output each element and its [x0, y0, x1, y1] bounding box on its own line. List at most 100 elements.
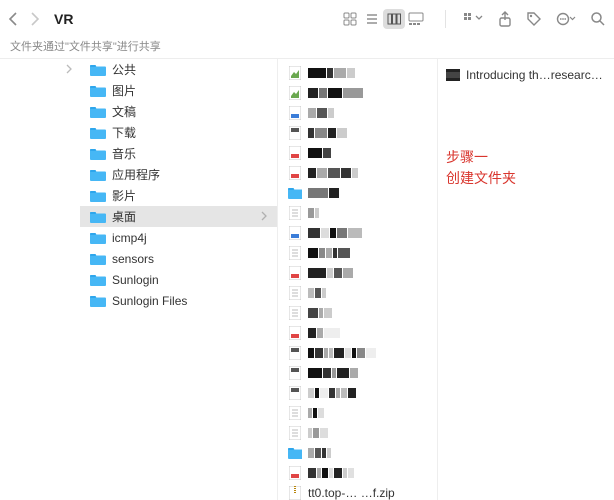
folder-item[interactable]: 桌面: [80, 206, 277, 227]
redacted-label: [308, 228, 362, 238]
tag-button[interactable]: [526, 11, 542, 27]
desktop-item[interactable]: tt0.top-… …f.zip: [278, 483, 437, 500]
redacted-label: [308, 68, 355, 78]
sh-icon: [288, 366, 302, 380]
file-label: Introducing th…research.mp4: [466, 68, 606, 82]
desktop-item[interactable]: [278, 303, 437, 323]
desktop-item[interactable]: [278, 143, 437, 163]
folder-item[interactable]: 文稿: [80, 101, 277, 122]
redacted-label: [308, 368, 358, 378]
redacted-label: [308, 348, 376, 358]
folder-icon: [90, 85, 106, 97]
png-icon: [288, 86, 302, 100]
redacted-label: [308, 148, 331, 158]
share-button[interactable]: [498, 11, 512, 27]
desktop-item[interactable]: [278, 243, 437, 263]
desktop-item[interactable]: [278, 423, 437, 443]
desktop-item[interactable]: [278, 323, 437, 343]
group-by-button[interactable]: [464, 12, 484, 26]
blank-icon: [288, 286, 302, 300]
zip-icon: [288, 486, 302, 500]
redacted-label: [308, 208, 319, 218]
png-icon: [288, 66, 302, 80]
vr-column: Introducing th…research.mp4 步骤一 创建文件夹: [438, 59, 614, 500]
redacted-label: [308, 328, 340, 338]
folder-icon: [90, 232, 106, 244]
redacted-label: [308, 308, 332, 318]
folder-label: 音乐: [112, 145, 136, 162]
more-button[interactable]: [556, 12, 576, 26]
folder-item[interactable]: 应用程序: [80, 164, 277, 185]
folder-icon: [90, 148, 106, 160]
folder-item[interactable]: sensors: [80, 248, 277, 269]
nav-forward-button[interactable]: [30, 12, 40, 26]
toolbar-separator: [445, 10, 446, 28]
folder-label: 公共: [112, 61, 136, 78]
folder-label: icmp4j: [112, 231, 147, 245]
txt-icon: [288, 426, 302, 440]
desktop-item[interactable]: [278, 183, 437, 203]
desktop-item[interactable]: [278, 363, 437, 383]
desktop-item[interactable]: [278, 223, 437, 243]
folder-item[interactable]: icmp4j: [80, 227, 277, 248]
txt-icon: [288, 206, 302, 220]
sidebar-item[interactable]: [0, 59, 80, 79]
desktop-item[interactable]: [278, 383, 437, 403]
redacted-label: [308, 388, 356, 398]
toolbar: VR: [0, 0, 614, 38]
folder-icon: [90, 190, 106, 202]
redacted-label: [308, 428, 328, 438]
folder-icon: [90, 253, 106, 265]
folder-item[interactable]: 图片: [80, 80, 277, 101]
desktop-item[interactable]: [278, 123, 437, 143]
folder-label: 桌面: [112, 208, 136, 225]
folder-item[interactable]: Sunlogin: [80, 269, 277, 290]
docx-icon: [288, 226, 302, 240]
view-icon-mode[interactable]: [339, 9, 361, 29]
file-item[interactable]: Introducing th…research.mp4: [446, 65, 606, 85]
annotation-line2: 创建文件夹: [446, 168, 516, 189]
redacted-label: [308, 108, 334, 118]
desktop-item[interactable]: [278, 263, 437, 283]
desktop-item[interactable]: [278, 343, 437, 363]
folder-label: 文稿: [112, 103, 136, 120]
desktop-item[interactable]: [278, 283, 437, 303]
folder-item[interactable]: Sunlogin Files: [80, 290, 277, 311]
desktop-item[interactable]: [278, 403, 437, 423]
desktop-item[interactable]: [278, 163, 437, 183]
view-column-mode[interactable]: [383, 9, 405, 29]
folder-label: Sunlogin Files: [112, 294, 187, 308]
folder-label: 下载: [112, 124, 136, 141]
redacted-label: [308, 448, 331, 458]
sidebar-column: [0, 59, 80, 500]
search-button[interactable]: [590, 11, 606, 27]
redacted-label: [308, 88, 363, 98]
folder-icon: [90, 64, 106, 76]
view-gallery-mode[interactable]: [405, 9, 427, 29]
folder-item[interactable]: 音乐: [80, 143, 277, 164]
view-list-mode[interactable]: [361, 9, 383, 29]
chevron-right-icon: [66, 64, 72, 74]
folder-icon: [90, 211, 106, 223]
pdf-icon: [288, 166, 302, 180]
blank-icon: [288, 406, 302, 420]
nav-back-button[interactable]: [8, 12, 18, 26]
sh-icon: [288, 126, 302, 140]
folder-icon: [90, 106, 106, 118]
desktop-item[interactable]: [278, 63, 437, 83]
desktop-item[interactable]: [278, 103, 437, 123]
desktop-item[interactable]: [278, 83, 437, 103]
desktop-item[interactable]: [278, 463, 437, 483]
folder-label: 图片: [112, 82, 136, 99]
redacted-label: [308, 468, 354, 478]
desktop-item[interactable]: [278, 203, 437, 223]
redacted-label: [308, 288, 326, 298]
folder-item[interactable]: 下载: [80, 122, 277, 143]
dmg-icon: [288, 386, 302, 400]
desktop-item[interactable]: [278, 443, 437, 463]
folder-item[interactable]: 影片: [80, 185, 277, 206]
annotation-overlay: 步骤一 创建文件夹: [446, 147, 516, 189]
view-mode-segmented[interactable]: [339, 9, 427, 29]
folder-icon: [90, 274, 106, 286]
folder-item[interactable]: 公共: [80, 59, 277, 80]
